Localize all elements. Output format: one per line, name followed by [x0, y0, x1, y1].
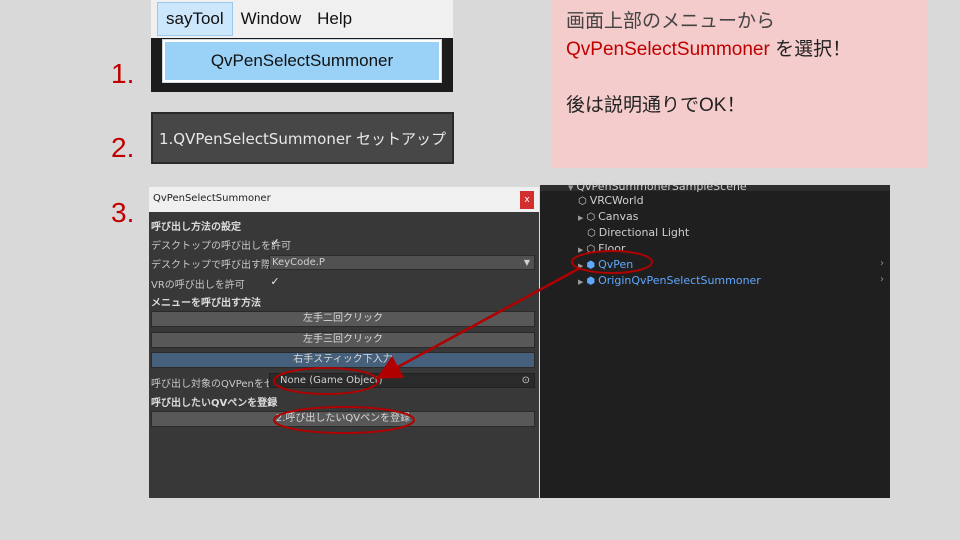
section-register: 呼び出したいQVペンを登録 [151, 398, 278, 409]
prefab-icon: ⬢ [586, 260, 596, 271]
editor-title: QvPenSelectSummoner [153, 193, 271, 204]
gameobject-icon: ⬡ [578, 196, 587, 207]
menu-saytool[interactable]: sayTool [157, 2, 233, 36]
gameobject-icon: ⬡ [586, 244, 596, 255]
register-qvpen-button[interactable]: 2.呼び出したいQVペンを登録 [151, 411, 535, 427]
left-double-click-button[interactable]: 左手二回クリック [151, 311, 535, 327]
menu-window[interactable]: Window [233, 9, 309, 29]
close-button[interactable]: x [520, 191, 534, 209]
menu-item-label: QvPenSelectSummoner [210, 51, 394, 70]
editor-window: QvPenSelectSummoner x 呼び出し方法の設定 デスクトップの呼… [149, 187, 539, 498]
note-highlight: QvPenSelectSummoner [566, 39, 770, 60]
chevron-down-icon: ▼ [523, 258, 530, 267]
menu-help[interactable]: Help [309, 9, 360, 29]
expand-icon: ▶ [578, 214, 584, 222]
expand-icon: ▶ [578, 278, 584, 286]
chevron-right-icon[interactable]: › [880, 258, 884, 269]
chevron-right-icon[interactable]: › [880, 274, 884, 285]
allow-vr-label: VRの呼び出しを許可 [151, 280, 245, 291]
allow-vr-checkbox[interactable]: ✓ [269, 276, 281, 288]
step-number-1: 1. [111, 58, 135, 89]
step-number-2: 2. [111, 132, 135, 163]
menu-bar: sayTool Window Help [151, 0, 453, 38]
section-call-method: 呼び出し方法の設定 [151, 222, 241, 233]
right-stick-down-button[interactable]: 右手スティック下入力 [151, 352, 535, 368]
gameobject-icon: ⬡ [587, 228, 596, 239]
expand-icon: ▶ [578, 246, 584, 254]
hierarchy-item-vrcworld[interactable]: ⬡ VRCWorld [578, 194, 644, 207]
note-line-1: 画面上部のメニューから [566, 11, 776, 32]
note-line-2-rest: を選択！ [769, 39, 852, 60]
menu-screenshot: sayTool Window Help QvPenSelectSummoner [151, 0, 453, 92]
hierarchy-item-qvpen[interactable]: ▶ ⬢ QvPen [578, 258, 633, 271]
target-qvpen-field[interactable]: None (Game Object) ⊙ [269, 373, 535, 388]
expand-icon: ▶ [578, 262, 584, 270]
prefab-icon: ⬢ [586, 276, 596, 287]
object-picker-icon[interactable]: ⊙ [522, 374, 530, 387]
hierarchy-item-origin-summoner[interactable]: ▶ ⬢ OriginQvPenSelectSummoner [578, 274, 761, 287]
gameobject-icon: ⬡ [586, 212, 596, 223]
scene-name: QvPenSummonerSampleScene [576, 180, 747, 193]
hierarchy-item-canvas[interactable]: ▶ ⬡ Canvas [578, 210, 639, 223]
desktop-key-dropdown[interactable]: KeyCode.P ▼ [269, 255, 535, 270]
note-line-3: 後は説明通りでOK！ [566, 95, 746, 116]
target-qvpen-value: None (Game Object) [280, 375, 383, 386]
hierarchy-scene[interactable]: ▼ QvPenSummonerSampleScene [568, 180, 747, 193]
expand-icon: ▼ [568, 184, 574, 192]
step-number-3: 3. [111, 197, 135, 228]
setup-button[interactable]: 1.QVPenSelectSummoner セットアップ [151, 112, 454, 164]
hierarchy-panel: ▼ QvPenSummonerSampleScene ⬡ VRCWorld ▶ ⬡ Ca… [540, 180, 890, 498]
instruction-note: 画面上部のメニューから QvPenSelectSummoner を選択！ 後は説… [552, 0, 928, 168]
allow-desktop-checkbox[interactable]: ✓ [269, 237, 281, 249]
note-line-2: QvPenSelectSummoner を選択！ [566, 36, 914, 64]
section-menu-method: メニューを呼び出す方法 [151, 298, 261, 309]
menu-item-qvpenselectsummoner[interactable]: QvPenSelectSummoner [162, 39, 442, 83]
left-triple-click-button[interactable]: 左手三回クリック [151, 332, 535, 348]
editor-titlebar: QvPenSelectSummoner x [149, 187, 539, 212]
setup-button-label: 1.QVPenSelectSummoner セットアップ [158, 129, 446, 148]
hierarchy-item-directional-light[interactable]: ⬡ Directional Light [587, 226, 689, 239]
desktop-key-value: KeyCode.P [272, 257, 325, 268]
hierarchy-item-floor[interactable]: ▶ ⬡ Floor [578, 242, 626, 255]
